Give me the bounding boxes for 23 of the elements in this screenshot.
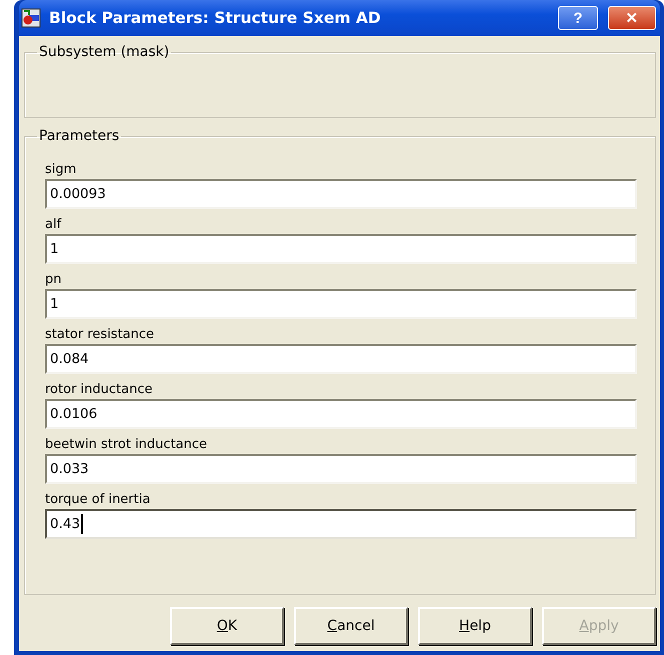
field-label: rotor inductance <box>45 382 154 397</box>
field-label: pn <box>45 272 62 287</box>
simulink-block-icon <box>21 8 41 28</box>
input-field[interactable]: 1 <box>45 289 637 319</box>
field-label: alf <box>45 217 62 232</box>
field-label: stator resistance <box>45 327 156 342</box>
input-field[interactable]: 0.033 <box>45 454 637 484</box>
field-label: torque of inertia <box>45 492 152 507</box>
help-button[interactable]: ? <box>558 6 598 30</box>
dialog-button[interactable]: Cancel <box>294 607 408 645</box>
input-field[interactable]: 0.084 <box>45 344 637 374</box>
group-title: Parameters <box>38 128 120 144</box>
input-field[interactable]: 0.00093 <box>45 179 637 209</box>
input-field[interactable]: 0.0106 <box>45 399 637 429</box>
dialog-button[interactable]: OK <box>170 607 284 645</box>
input-field[interactable]: 0.43 <box>45 509 637 539</box>
field-label: beetwin strot inductance <box>45 437 208 452</box>
dialog-button[interactable]: Help <box>418 607 532 645</box>
input-field[interactable]: 1 <box>45 234 637 264</box>
group-title: Subsystem (mask) <box>38 44 170 60</box>
close-button[interactable]: ✕ <box>608 6 656 30</box>
window-title: Block Parameters: Structure Sxem AD <box>49 9 382 27</box>
field-label: sigm <box>45 162 78 177</box>
